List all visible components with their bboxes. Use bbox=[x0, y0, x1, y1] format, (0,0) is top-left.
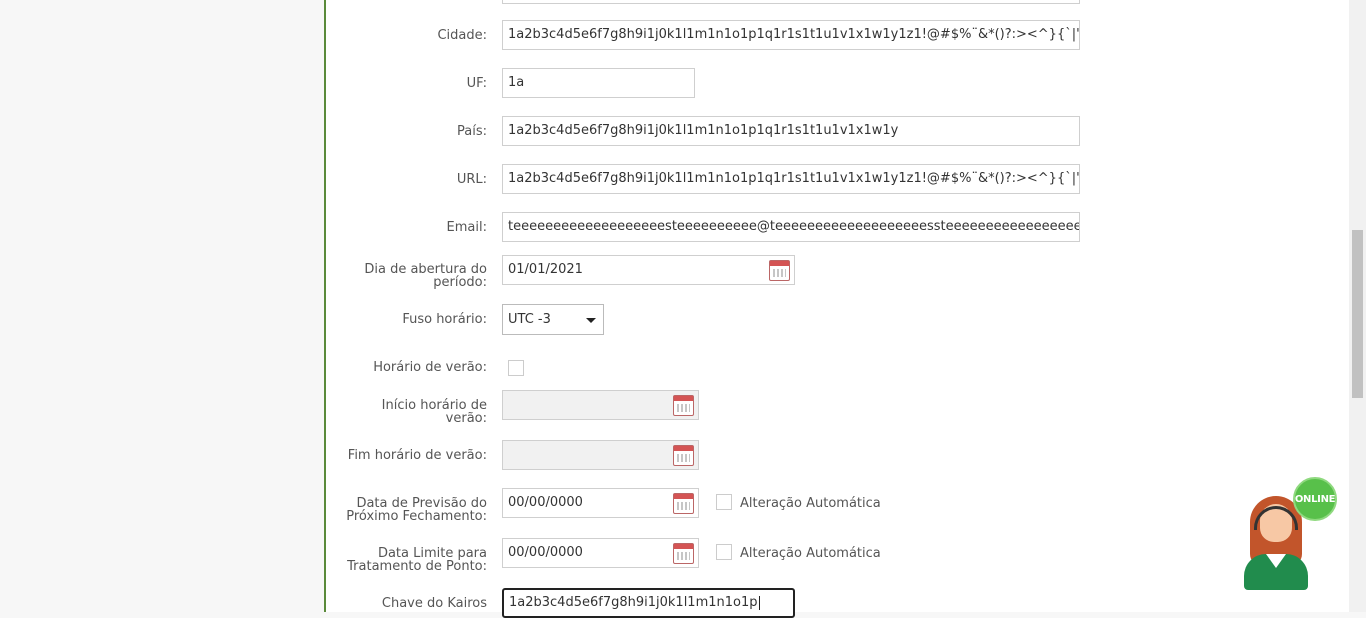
data-previsao-input[interactable]: 00/00/0000 bbox=[502, 488, 699, 518]
data-limite-label: Data Limite para Tratamento de Ponto: bbox=[327, 547, 487, 573]
url-label: URL: bbox=[456, 172, 487, 187]
url-input[interactable]: 1a2b3c4d5e6f7g8h9i1j0k1l1m1n1o1p1q1r1s1t… bbox=[502, 164, 1080, 194]
chave-kairos-value: 1a2b3c4d5e6f7g8h9i1j0k1l1m1n1o1p bbox=[509, 595, 758, 610]
dia-abertura-label-line2: período: bbox=[433, 275, 487, 290]
previous-input-edge bbox=[502, 0, 1080, 4]
data-limite-label-line2: Tratamento de Ponto: bbox=[347, 559, 487, 574]
data-previsao-label-line2: Próximo Fechamento: bbox=[346, 509, 487, 524]
fuso-select[interactable]: UTC -3 bbox=[502, 304, 604, 335]
horario-verao-checkbox[interactable] bbox=[508, 360, 524, 376]
chave-kairos-label: Chave do Kairos bbox=[381, 596, 487, 611]
dia-abertura-value: 01/01/2021 bbox=[508, 262, 583, 277]
data-previsao-value: 00/00/0000 bbox=[508, 495, 583, 510]
uf-label: UF: bbox=[466, 76, 487, 91]
data-limite-input[interactable]: 00/00/0000 bbox=[502, 538, 699, 568]
data-limite-value: 00/00/0000 bbox=[508, 545, 583, 560]
fim-verao-input[interactable] bbox=[502, 440, 699, 470]
email-label: Email: bbox=[446, 220, 487, 235]
form-panel: Cidade: 1a2b3c4d5e6f7g8h9i1j0k1l1m1n1o1p… bbox=[324, 0, 1351, 618]
uf-input[interactable]: 1a bbox=[502, 68, 695, 98]
chave-kairos-input[interactable]: 1a2b3c4d5e6f7g8h9i1j0k1l1m1n1o1p bbox=[502, 588, 795, 618]
data-limite-auto-label: Alteração Automática bbox=[740, 546, 881, 561]
fim-verao-label: Fim horário de verão: bbox=[347, 448, 487, 463]
email-input[interactable]: teeeeeeeeeeeeeeeeeeesteeeeeeeeee@teeeeee… bbox=[502, 212, 1080, 242]
inicio-verao-label-line2: verão: bbox=[445, 411, 487, 426]
dia-abertura-label: Dia de abertura do período: bbox=[327, 263, 487, 289]
horario-verao-label: Horário de verão: bbox=[373, 360, 487, 375]
fuso-label: Fuso horário: bbox=[402, 312, 487, 327]
text-cursor bbox=[758, 595, 760, 610]
calendar-icon[interactable] bbox=[673, 543, 694, 564]
calendar-icon[interactable] bbox=[673, 395, 694, 416]
calendar-icon[interactable] bbox=[673, 493, 694, 514]
data-previsao-auto-label: Alteração Automática bbox=[740, 496, 881, 511]
calendar-icon[interactable] bbox=[673, 445, 694, 466]
pais-label: País: bbox=[457, 124, 487, 139]
calendar-icon[interactable] bbox=[769, 260, 790, 281]
data-limite-auto-checkbox[interactable] bbox=[716, 544, 732, 560]
cidade-input[interactable]: 1a2b3c4d5e6f7g8h9i1j0k1l1m1n1o1p1q1r1s1t… bbox=[502, 20, 1080, 50]
fuso-selected-value: UTC -3 bbox=[508, 312, 551, 327]
chat-support-widget[interactable]: ONLINE bbox=[1240, 476, 1340, 594]
inicio-verao-input[interactable] bbox=[502, 390, 699, 420]
dropdown-caret-icon bbox=[586, 318, 596, 323]
online-badge: ONLINE bbox=[1293, 477, 1337, 521]
dia-abertura-input[interactable]: 01/01/2021 bbox=[502, 255, 795, 285]
data-previsao-auto-checkbox[interactable] bbox=[716, 494, 732, 510]
scrollbar-thumb[interactable] bbox=[1352, 230, 1363, 398]
cidade-label: Cidade: bbox=[437, 28, 487, 43]
inicio-verao-label: Início horário de verão: bbox=[327, 399, 487, 425]
page-scrollbar[interactable] bbox=[1349, 0, 1366, 612]
pais-input[interactable]: 1a2b3c4d5e6f7g8h9i1j0k1l1m1n1o1p1q1r1s1t… bbox=[502, 116, 1080, 146]
data-previsao-label: Data de Previsão do Próximo Fechamento: bbox=[327, 497, 487, 523]
